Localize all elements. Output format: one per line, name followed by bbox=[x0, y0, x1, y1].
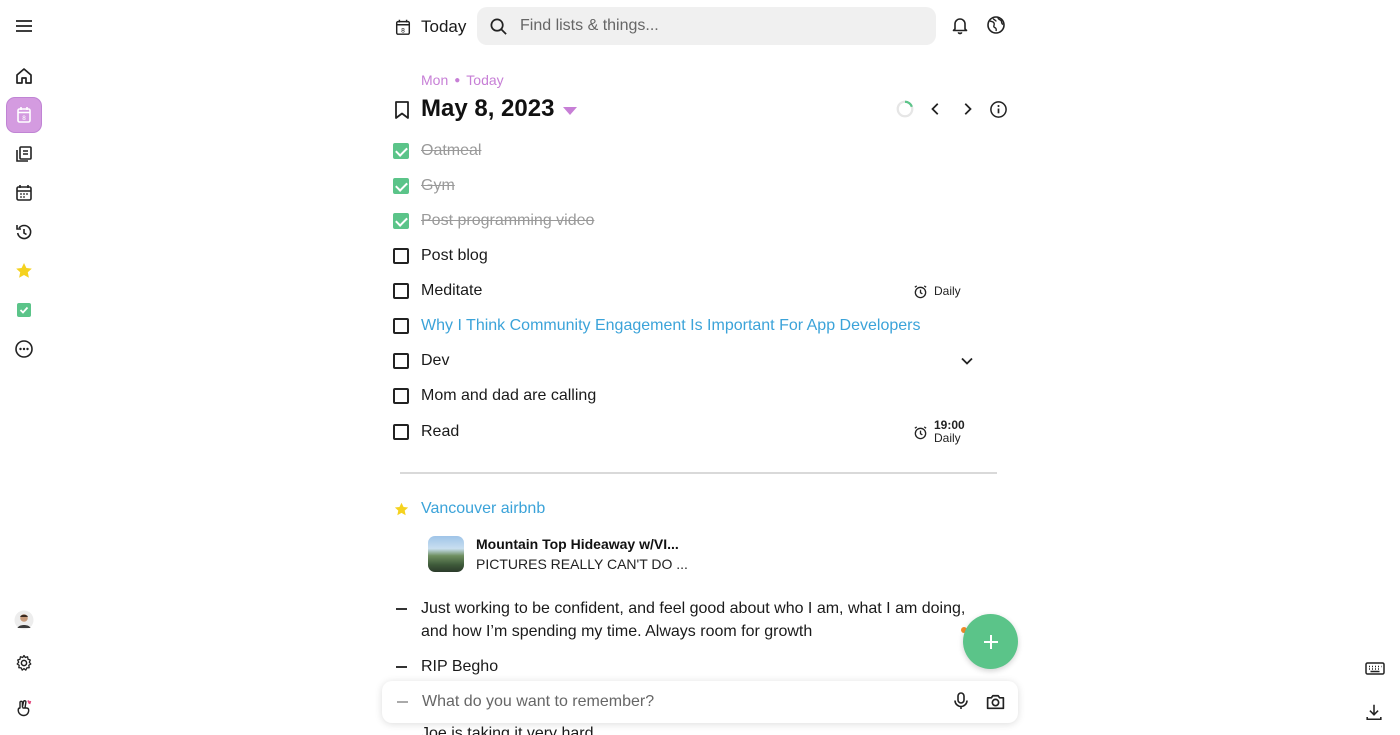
preview-thumbnail bbox=[428, 536, 464, 572]
previous-day-chevron-icon[interactable] bbox=[925, 98, 947, 120]
capture-input[interactable] bbox=[422, 693, 922, 711]
repeat-label: Daily bbox=[934, 431, 961, 445]
download-icon[interactable] bbox=[1364, 702, 1386, 724]
search-input[interactable] bbox=[520, 17, 920, 35]
expand-chevron-down-icon[interactable] bbox=[959, 353, 975, 369]
date-toolbar bbox=[894, 98, 1009, 120]
star-icon bbox=[394, 502, 409, 515]
bullet-dash bbox=[396, 608, 407, 610]
task-label: Post blog bbox=[421, 247, 488, 264]
checkbox-icon[interactable] bbox=[6, 292, 42, 328]
weekday-label: Mon bbox=[421, 72, 449, 88]
preview-text: Mountain Top Hideaway w/VI... PICTURES R… bbox=[476, 534, 688, 574]
camera-icon[interactable] bbox=[985, 691, 1007, 713]
preview-subtitle: PICTURES REALLY CAN'T DO ... bbox=[476, 556, 688, 572]
task-item[interactable]: Post blog bbox=[393, 244, 983, 268]
star-icon[interactable] bbox=[6, 253, 42, 289]
history-icon[interactable] bbox=[6, 214, 42, 250]
keyboard-icon[interactable] bbox=[1364, 658, 1386, 680]
task-item[interactable]: Dev bbox=[393, 349, 983, 373]
today-label: Today bbox=[421, 17, 467, 36]
task-label: Gym bbox=[421, 177, 455, 194]
plus-icon bbox=[983, 634, 998, 649]
task-item[interactable]: Mom and dad are calling bbox=[393, 384, 983, 408]
page-title: May 8, 2023 bbox=[421, 95, 555, 122]
more-icon[interactable] bbox=[6, 331, 42, 367]
peace-hand-icon[interactable] bbox=[6, 690, 42, 726]
task-checkbox[interactable] bbox=[393, 424, 409, 440]
svg-text:8: 8 bbox=[22, 115, 26, 122]
add-button[interactable] bbox=[963, 614, 1018, 669]
preview-title: Mountain Top Hideaway w/VI... bbox=[476, 536, 679, 552]
separator-dot: ● bbox=[454, 74, 461, 86]
home-icon[interactable] bbox=[6, 58, 42, 94]
search-icon bbox=[490, 18, 507, 35]
left-rail: 8 bbox=[0, 0, 48, 735]
task-label: Meditate bbox=[421, 282, 483, 299]
task-link-label[interactable]: Why I Think Community Engagement Is Impo… bbox=[421, 317, 920, 335]
task-checkbox[interactable] bbox=[393, 248, 409, 264]
avatar[interactable] bbox=[6, 602, 42, 638]
progress-ring-icon bbox=[894, 98, 916, 120]
bullet-dash bbox=[397, 701, 408, 703]
svg-text:8: 8 bbox=[401, 27, 405, 34]
favorite-link[interactable]: Vancouver airbnb bbox=[421, 500, 545, 518]
task-item[interactable]: Oatmeal bbox=[393, 139, 983, 163]
bullet-dash bbox=[396, 666, 407, 668]
alarm-clock-icon bbox=[914, 425, 927, 439]
task-label: Oatmeal bbox=[421, 142, 482, 159]
task-checkbox[interactable] bbox=[393, 283, 409, 299]
settings-gear-icon[interactable] bbox=[6, 645, 42, 681]
calendar-icon[interactable] bbox=[6, 175, 42, 211]
today-calendar-icon[interactable]: 8 bbox=[6, 97, 42, 133]
task-label: Mom and dad are calling bbox=[421, 387, 597, 404]
reminder-details: 19:00 Daily bbox=[934, 419, 965, 445]
task-label: Dev bbox=[421, 352, 450, 369]
task-checkbox-checked[interactable] bbox=[393, 178, 409, 194]
link-preview-card[interactable]: Mountain Top Hideaway w/VI... PICTURES R… bbox=[428, 534, 688, 574]
task-checkbox-checked[interactable] bbox=[393, 213, 409, 229]
task-item[interactable]: Why I Think Community Engagement Is Impo… bbox=[393, 314, 983, 338]
today-button[interactable]: 8 Today bbox=[394, 14, 466, 40]
alarm-clock-icon bbox=[914, 284, 927, 298]
task-item[interactable]: Read 19:00 Daily bbox=[393, 419, 983, 445]
globe-icon[interactable] bbox=[986, 15, 1008, 37]
task-checkbox[interactable] bbox=[393, 353, 409, 369]
task-checkbox-checked[interactable] bbox=[393, 143, 409, 159]
top-header: 8 Today bbox=[380, 0, 1020, 54]
task-item[interactable]: Meditate Daily bbox=[393, 279, 983, 303]
task-reminder: 19:00 Daily bbox=[913, 419, 965, 445]
task-reminder: Daily bbox=[913, 284, 961, 299]
note-text-partial: Joe is taking it very hard bbox=[421, 725, 594, 735]
task-item[interactable]: Post programming video bbox=[393, 209, 983, 233]
task-item[interactable]: Gym bbox=[393, 174, 983, 198]
repeat-label: Daily bbox=[934, 284, 961, 298]
bookmark-icon[interactable] bbox=[393, 100, 411, 120]
bell-icon[interactable] bbox=[950, 15, 972, 37]
date-dropdown-caret-icon[interactable] bbox=[562, 104, 578, 116]
search-bar[interactable] bbox=[477, 7, 936, 45]
note-item[interactable]: RIP Begho bbox=[396, 655, 981, 678]
note-text: RIP Begho bbox=[421, 658, 499, 675]
task-checkbox[interactable] bbox=[393, 388, 409, 404]
section-divider bbox=[400, 472, 997, 474]
task-label: Post programming video bbox=[421, 212, 595, 229]
menu-icon[interactable] bbox=[6, 8, 42, 44]
notes-icon[interactable] bbox=[6, 136, 42, 172]
relative-day-label: Today bbox=[466, 72, 504, 88]
info-icon[interactable] bbox=[987, 98, 1009, 120]
task-checkbox[interactable] bbox=[393, 318, 409, 334]
task-label: Read bbox=[421, 423, 460, 440]
date-breadcrumb: Mon ● Today bbox=[421, 72, 504, 88]
note-text: Just working to be confident, and feel g… bbox=[421, 600, 966, 640]
note-item[interactable]: Just working to be confident, and feel g… bbox=[396, 597, 981, 643]
microphone-icon[interactable] bbox=[951, 691, 973, 713]
favorite-item[interactable]: Vancouver airbnb bbox=[393, 498, 545, 520]
quick-capture-bar bbox=[382, 681, 1018, 723]
next-day-chevron-icon[interactable] bbox=[956, 98, 978, 120]
calendar-day-icon: 8 bbox=[395, 19, 411, 35]
